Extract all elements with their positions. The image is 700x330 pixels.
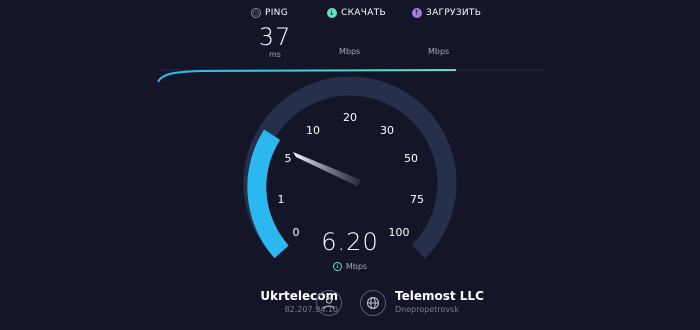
tick-label-30: 30 [380,124,394,137]
server-info: Telemost LLC Dnepropetrovsk [395,289,484,314]
speed-gauge: 0 1 5 10 20 30 50 75 100 [157,69,545,259]
server-name: Telemost LLC [395,289,484,303]
tick-label-75: 75 [410,193,424,206]
download-arrow-icon: ↓ [332,262,342,271]
gauge-needle [293,152,361,186]
tick-label-10: 10 [306,124,320,137]
tick-label-20: 20 [343,111,357,124]
server-location: Dnepropetrovsk [395,305,459,314]
current-speed-unit-row: ↓ Mbps [310,262,390,271]
globe-icon [367,297,379,309]
tick-label-50: 50 [404,152,418,165]
current-speed-value: 6.20 [321,228,379,256]
tick-label-5: 5 [285,152,292,165]
current-speed-unit: Mbps [345,262,368,271]
download-speed-trace [157,69,457,83]
tick-label-1: 1 [278,193,285,206]
user-profile-button[interactable] [316,290,342,316]
user-icon [323,297,335,310]
change-server-button[interactable] [360,290,386,316]
